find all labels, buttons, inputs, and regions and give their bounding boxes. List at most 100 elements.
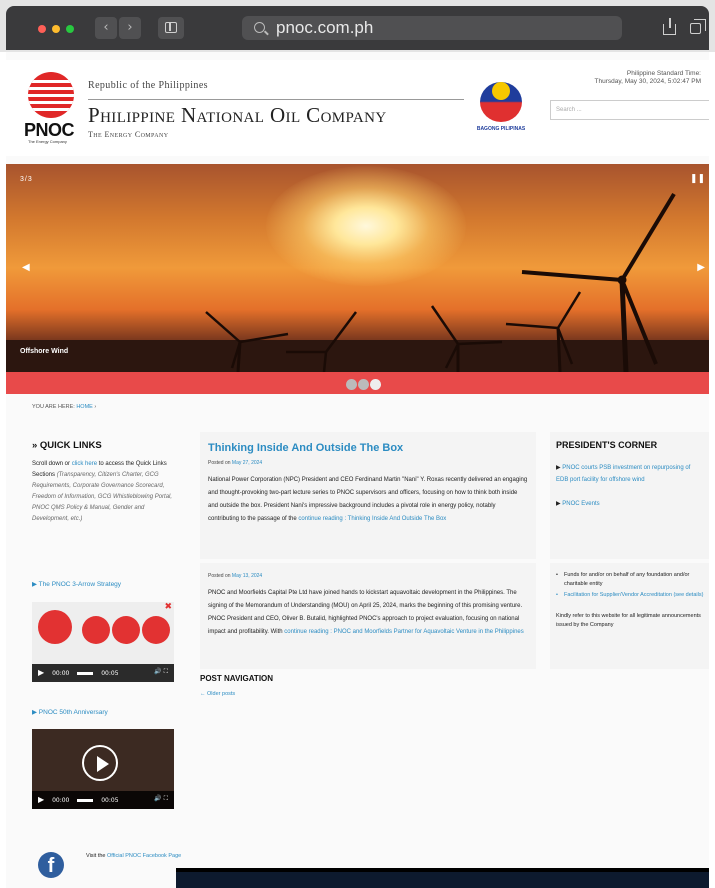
zoom-window-button[interactable] <box>66 25 74 33</box>
video-time-current: 00:00 <box>52 670 70 677</box>
video-title-3-arrow[interactable]: ▶ The PNOC 3-Arrow Strategy <box>32 580 121 588</box>
standard-time-label: Philippine Standard Time: <box>626 70 701 77</box>
video-time-total: 00:05 <box>101 670 119 677</box>
footer-overlay <box>176 868 709 888</box>
slider-dot-3[interactable] <box>370 379 381 390</box>
video-controls: ▶ 00:00 00:05 🔊 ⛶ <box>32 791 174 809</box>
notice-text: Kindly refer to this website for all leg… <box>556 613 701 628</box>
share-button[interactable] <box>658 17 680 39</box>
forward-button[interactable]: › <box>119 17 141 39</box>
slider-pause-icon[interactable]: ❚❚ <box>690 174 705 184</box>
notice-bullet: Funds for and/or on behalf of any founda… <box>556 571 704 589</box>
play-icon[interactable]: ▶ <box>38 795 44 804</box>
post-excerpt: PNOC and Moorfields Capital Pte Ltd have… <box>208 590 524 635</box>
slider-prev-icon[interactable]: ◀ <box>22 262 30 273</box>
address-bar[interactable]: pnoc.com.ph <box>242 16 622 40</box>
older-posts-link[interactable]: ← Older posts <box>200 691 235 697</box>
search-icon <box>254 22 265 33</box>
arrow-icon-2 <box>112 616 140 644</box>
notice-widget: Funds for and/or on behalf of any founda… <box>550 563 709 669</box>
browser-chrome: ‹ › pnoc.com.ph <box>6 6 709 50</box>
quick-links-title: » QUICK LINKS <box>32 440 102 451</box>
continue-reading-link[interactable]: continue reading : PNOC and Moorfields P… <box>284 629 523 635</box>
video-progress-bar[interactable] <box>77 799 94 802</box>
post-meta: Posted on May 13, 2024 <box>208 573 263 579</box>
pnoc-logo-thumb <box>38 610 72 644</box>
site-header: PNOC The Energy Company Republic of the … <box>6 60 709 156</box>
post-date-link[interactable]: May 13, 2024 <box>232 573 262 579</box>
play-icon[interactable]: ▶ <box>38 668 44 677</box>
pnoc-logo-mark <box>28 72 74 118</box>
logo-subtext: The Energy Company <box>28 139 67 144</box>
post-date-link[interactable]: May 27, 2024 <box>232 460 262 466</box>
facebook-page-link[interactable]: Official PNOC Facebook Page <box>107 853 181 859</box>
standard-time: Philippine Standard Time: Thursday, May … <box>595 70 701 86</box>
hero-slider: 3/3 Offshore Wind ◀ ▶ ❚❚ <box>6 164 709 394</box>
facebook-icon[interactable]: f <box>38 852 64 878</box>
arrow-icon-1 <box>82 616 110 644</box>
standard-time-value: Thursday, May 30, 2024, 5:02:47 PM <box>594 78 701 85</box>
back-button[interactable]: ‹ <box>95 17 117 39</box>
breadcrumb-home-link[interactable]: HOME <box>76 404 93 410</box>
post-card: Thinking Inside And Outside The Box Post… <box>200 432 536 559</box>
presidents-corner-link[interactable]: PNOC Events <box>562 501 599 507</box>
post-meta: Posted on May 27, 2024 <box>208 460 263 466</box>
site-search-input[interactable]: Search ... <box>550 100 709 120</box>
slider-pager-bar <box>6 372 709 394</box>
slide-caption: Offshore Wind <box>20 348 69 355</box>
pnoc-logo[interactable]: PNOC The Energy Company <box>24 72 80 146</box>
video-time-current: 00:00 <box>52 797 70 804</box>
logo-wordmark: PNOC <box>24 120 75 140</box>
video-progress-bar[interactable] <box>77 672 94 675</box>
breadcrumb-label: YOU ARE HERE: <box>32 404 75 410</box>
minimize-window-button[interactable] <box>52 25 60 33</box>
slide-image: 3/3 Offshore Wind ◀ ▶ ❚❚ <box>6 164 709 372</box>
breadcrumb: YOU ARE HERE: HOME › <box>32 404 96 410</box>
play-circle-icon[interactable] <box>82 745 118 781</box>
post-navigation-title: POST NAVIGATION <box>200 674 274 683</box>
post-excerpt: National Power Corporation (NPC) Preside… <box>208 477 528 522</box>
volume-fullscreen-icons[interactable]: 🔊 ⛶ <box>154 668 168 676</box>
sidebar-icon <box>165 22 177 33</box>
breadcrumb-separator: › <box>94 404 97 410</box>
video-player-3-arrow[interactable]: ✖ ▶ 00:00 00:05 🔊 ⛶ <box>32 602 174 682</box>
tabs-icon <box>690 19 706 34</box>
continue-reading-link[interactable]: continue reading : Thinking Inside And O… <box>298 516 446 522</box>
slider-pager <box>346 377 382 390</box>
notice-accreditation-link[interactable]: Facilitation for Supplier/Vendor Accredi… <box>556 591 704 600</box>
presidents-corner-item: ▶ PNOC Events <box>556 501 600 507</box>
presidents-corner-title: PRESIDENT'S CORNER <box>556 440 658 450</box>
tab-overview-button[interactable] <box>686 17 708 39</box>
video-time-total: 00:05 <box>101 797 119 804</box>
header-divider <box>88 99 464 100</box>
browser-toolbar: ‹ › pnoc.com.ph <box>0 0 715 52</box>
presidents-corner-link[interactable]: PNOC courts PSB investment on repurposin… <box>556 465 690 483</box>
wind-turbines-illustration <box>205 192 676 372</box>
sidebar-toggle-button[interactable] <box>158 17 184 39</box>
slider-dot-2[interactable] <box>358 379 369 390</box>
web-page: PNOC The Energy Company Republic of the … <box>6 52 709 888</box>
sun-icon <box>492 82 510 100</box>
video-title-50th[interactable]: ▶ PNOC 50th Anniversary <box>32 708 108 716</box>
presidents-corner-widget: PRESIDENT'S CORNER ▶ PNOC courts PSB inv… <box>550 432 709 559</box>
bagong-pilipinas-label: BAGONG PILIPINAS <box>476 126 526 132</box>
slide-counter: 3/3 <box>20 176 33 183</box>
slider-dot-1[interactable] <box>346 379 357 390</box>
video-player-50th[interactable]: ▶ 00:00 00:05 🔊 ⛶ <box>32 729 174 809</box>
quick-links-text: Scroll down or click here to access the … <box>32 461 173 522</box>
quick-links-widget: » QUICK LINKS Scroll down or click here … <box>32 440 176 525</box>
arrow-icon-3 <box>142 616 170 644</box>
presidents-corner-item: ▶ PNOC courts PSB investment on repurpos… <box>556 465 691 483</box>
republic-label: Republic of the Philippines <box>88 80 208 91</box>
post-title[interactable]: Thinking Inside And Outside The Box <box>208 442 528 454</box>
close-window-button[interactable] <box>38 25 46 33</box>
site-title: Philippine National Oil Company <box>88 103 387 127</box>
close-icon[interactable]: ✖ <box>164 602 172 612</box>
volume-fullscreen-icons[interactable]: 🔊 ⛶ <box>154 795 168 803</box>
slider-next-icon[interactable]: ▶ <box>697 262 705 273</box>
bagong-pilipinas-logo: BAGONG PILIPINAS <box>468 76 534 138</box>
quick-links-click-here-link[interactable]: click here <box>72 461 97 467</box>
site-tagline: The Energy Company <box>88 130 169 139</box>
facebook-text: Visit the Official PNOC Facebook Page <box>86 853 182 859</box>
share-icon <box>663 18 676 35</box>
